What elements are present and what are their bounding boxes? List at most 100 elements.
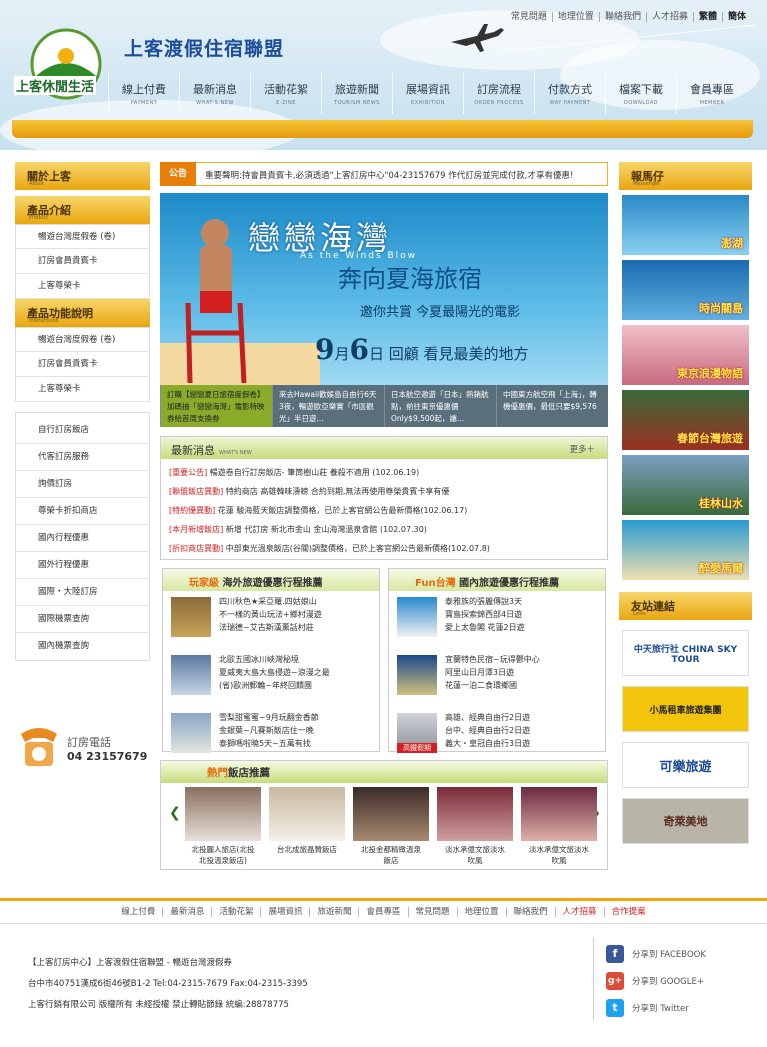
hotel-card[interactable]: 淡水承億文旅淡水 吹風 [437,787,513,866]
sidebar-item-service[interactable]: 詢價訂房 [16,471,149,498]
promo-row[interactable]: 雪梨甜蜜蜜~9月玩翻金香節 金銀葉~凡賽斯飯店住一晚 泰獅嗎啦曉5天~五萬有找 [163,711,379,765]
sidebar-item-instr-vip[interactable]: 訂房會員貴賓卡 [15,352,150,377]
footer-link[interactable]: 線上付費 [114,907,162,917]
messenger-header: 報馬仔 Messenger [619,162,752,190]
ad-banner[interactable]: 澎湖 [622,195,749,255]
promo-row[interactable]: 北歐五國冰川峽灣秘境 夏威夷大島大島侵遊~浪漫之最 (省)歐洲郵輪~年終回饋團 [163,653,379,707]
sidebar-item-service[interactable]: 國際機票查詢 [16,606,149,633]
footer-link-jobs[interactable]: 人才招募 [554,907,604,917]
prev-arrow-icon[interactable]: ❮ [169,805,181,821]
social-share: f 分享到 FACEBOOK g+ 分享到 GOOGLE+ t 分享到 Twitter [606,940,706,1021]
ad-banner[interactable]: 東京浪漫物語 [622,325,749,385]
top-link-location[interactable]: 地理位置 [551,12,599,22]
promo-abroad: 玩家級 海外旅遊優惠行程推薦 四川秋色★采亞羅.四姑娘山 不一樣的黃山玩法+鄉村漫… [162,568,380,753]
ad-banner[interactable]: 春節台灣旅遊 [622,390,749,450]
hotel-card[interactable]: 台北成旅晶贊飯店 [269,787,345,866]
ad-banner[interactable]: 醉愛馬爾 [622,520,749,580]
partner-link[interactable]: 奇萊美地 [622,798,749,844]
footer-link[interactable]: 最新消息 [162,907,212,917]
sidebar-item-service[interactable]: 國際・大陸訂房 [16,579,149,606]
footer-copyright: 上客行銷有限公司 版權所有 未經授權 禁止轉貼節錄 統編:28878775 [28,1000,289,1010]
sidebar-item-service[interactable]: 尊榮卡折扣商店 [16,498,149,525]
partner-link[interactable]: 中天旅行社 CHINA SKY TOUR [622,630,749,676]
left-sidebar: 關於上客 About 產品介紹 Product 暢遊台灣度假卷 (卷) 訂房會員貴賓… [15,162,150,661]
footer-link[interactable]: 活動花絮 [211,907,261,917]
banner-thumb[interactable]: 訂購【戀戀夏日旅宿度假卷】加碼抽「戀戀海灣」電影特映券給首周支換券 [160,385,272,427]
footer-info: 【上客訂房中心】上客渡假住宿聯盟 - 暢遊台灣渡假券 台中市40751漢成6街4… [28,953,308,1016]
telephone-icon [21,728,57,766]
sidebar-item-service[interactable]: 國外行程優惠 [16,552,149,579]
lang-simplified[interactable]: 簡体 [721,12,751,22]
sidebar-item-instr-card[interactable]: 上客尊榮卡 [15,377,150,402]
ad-banner[interactable]: 時尚關島 [622,260,749,320]
sidebar-item-product-vip[interactable]: 訂房會員貴賓卡 [15,249,150,274]
promo-row[interactable]: 泰雅族的張麗傳說3天 寶島探索錦西部4日遊 愛上太魯閣 花蓮2日遊 [389,595,605,649]
nav-order-process[interactable]: 訂房流程 ORDER PROCESS [463,72,534,114]
airplane-icon [451,24,504,52]
sidebar-item-product-card[interactable]: 上客尊榮卡 [15,274,150,299]
sidebar-item-service[interactable]: 自行訂房飯店 [16,417,149,444]
banner-thumb[interactable]: 中國東方航空飛「上海」，轉機優惠價，最低只要$9,576 [496,385,608,427]
hotel-card[interactable]: 北投麗人旅店(北投 北投溫泉飯店) [185,787,261,866]
sidebar-item-service[interactable]: 代客訂房服務 [16,444,149,471]
news-more-link[interactable]: 更多＋ [569,443,595,455]
promo-row[interactable]: 四川秋色★采亞羅.四姑娘山 不一樣的黃山玩法+鄉村漫遊 法瑞德~艾古斯漢薰話村莊 [163,595,379,649]
footer-link[interactable]: 旅遊新聞 [309,907,359,917]
links-header: 友站連結 Links [619,592,752,620]
notice-text[interactable]: 重要聲明:持會員貴賓卡,必須透過"上客訂房中心"04-23157679 作代訂房… [205,169,605,181]
nav-member[interactable]: 會員專區 MEMBER [676,72,747,114]
banner-date: 9月6日 回顧 看見最美的地方 [315,333,529,366]
share-twitter[interactable]: t 分享到 Twitter [606,994,706,1021]
partner-link[interactable]: 可樂旅遊 [622,742,749,788]
nav-way-payment[interactable]: 付款方式 WAY PAYMENT [534,72,605,114]
share-google[interactable]: g+ 分享到 GOOGLE+ [606,967,706,994]
nav-payment[interactable]: 線上付費 PAYMENT [108,72,179,114]
footer-link[interactable]: 展場資訊 [260,907,310,917]
news-item[interactable]: [聯盟飯店異動] 特約商店 高雄韓味濤螃 合約到期,無法再使用尊榮貴賓卡享有優 [161,482,607,501]
hotel-card[interactable]: 北投金都精緻溫泉 飯店 [353,787,429,866]
news-item[interactable]: [本月新增飯店] 新增 代訂房 新北市金山 金山海灣溫泉會館 (102.07.3… [161,520,607,539]
sidebar-item-service[interactable]: 國內機票查詢 [16,633,149,660]
sidebar-item-service[interactable]: 國內行程優惠 [16,525,149,552]
nav-exhibition[interactable]: 展場資訊 EXHIBITION [392,72,463,114]
banner-thumb[interactable]: 日本航空邀遊「日本」熱銷航點，前往東京優惠價Only$9,500起，讓... [384,385,496,427]
news-item[interactable]: [折扣商店異動] 中部東光溫泉飯店(谷關)調整價格，已於上客官網公告最新價格(1… [161,539,607,558]
partner-link[interactable]: 小馬租車旅遊集團 [622,686,749,732]
share-facebook[interactable]: f 分享到 FACEBOOK [606,940,706,967]
top-link-contact[interactable]: 聯絡我們 [598,12,646,22]
footer-link-partner[interactable]: 合作提案 [603,907,653,917]
sidebar-head-about[interactable]: 關於上客 About [15,162,150,190]
footer-link[interactable]: 聯絡我們 [505,907,555,917]
top-link-faq[interactable]: 常見問題 [506,12,552,22]
nav-download[interactable]: 檔案下載 DOWNLOAD [605,72,676,114]
twitter-icon: t [606,998,624,1017]
footer-link[interactable]: 常見問題 [407,907,457,917]
right-sidebar: 報馬仔 Messenger 澎湖 時尚關島 東京浪漫物語 春節台灣旅遊 桂林山水 … [619,162,752,844]
footer-link[interactable]: 地理位置 [456,907,506,917]
ad-banner[interactable]: 桂林山水 [622,455,749,515]
news-header: 最新消息 WHAT'S NEW 更多＋ [161,437,607,459]
hotel-card[interactable]: 淡水承億文旅淡水 吹風 [521,787,597,866]
sidebar-item-product-voucher[interactable]: 暢遊台灣度假卷 (卷) [15,224,150,249]
sidebar-item-instr-voucher[interactable]: 暢遊台灣度假卷 (卷) [15,327,150,352]
footer-link[interactable]: 會員專區 [358,907,408,917]
nav-ezine[interactable]: 活動花絮 E-ZINE [250,72,321,114]
sidebar-head-instructions[interactable]: 產品功能說明 Instructions [15,299,150,327]
footer-nav: 線上付費 最新消息 活動花絮 展場資訊 旅遊新聞 會員專區 常見問題 地理位置 聯絡我們 人才招募… [0,898,767,924]
footer-address: 台中市40751漢成6街46號B1-2 Tel:04-2315-7679 Fax… [28,979,308,989]
footer-divider [593,938,594,1020]
hotel-section: 熱門飯店推薦 ❮ ❯ 北投麗人旅店(北投北投溫泉飯店) 台北成旅晶贊飯店 北投金… [160,760,608,870]
banner-slogan: 邀你共賞 今夏最陽光的電影 [360,305,521,320]
banner-thumb[interactable]: 來去Hawaii歡娛島自由行6天3夜，暢遊歐亞樂實「市區觀光」半日遊... [272,385,384,427]
promo-row[interactable]: 高鐵假期 高雄、經典自由行2日遊 台中、經典自由行2日遊 義大・皇冠自由行3日遊 [389,711,605,765]
sidebar-head-products[interactable]: 產品介紹 Product [15,196,150,224]
top-link-jobs[interactable]: 人才招募 [645,12,693,22]
promo-row[interactable]: 宜蘭特色民宿~玩得鬱中心 阿里山日月潭3日遊 花蓮一泊二食環鄉國 [389,653,605,707]
hero-banner[interactable]: 戀戀海灣 As the Winds Blow 奔向夏海旅宿 邀你共賞 今夏最陽光… [160,193,608,427]
nav-news[interactable]: 最新消息 WHAT'S NEW [179,72,250,114]
site-logo[interactable]: 上客休閒生活 [14,26,112,106]
nav-tourism-news[interactable]: 旅遊新聞 TOURISM NEWS [321,72,392,114]
lang-traditional[interactable]: 繁體 [692,12,722,22]
news-item[interactable]: [特約優異動] 花蓮 駿海藍天飯店調整價格，已於上客官網公告最新價格(102.0… [161,501,607,520]
news-item[interactable]: [重要公告] 暢遊卷自行訂房飯店- 筆筒樹山莊 養殺不適用 (102.06.19… [161,463,607,482]
